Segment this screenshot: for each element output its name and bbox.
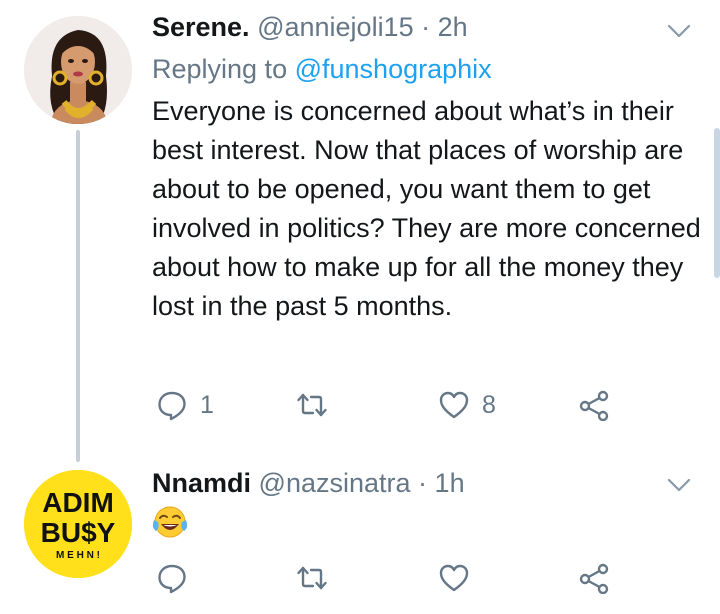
replying-to-label: Replying to — [152, 54, 288, 84]
user-handle[interactable]: @nazsinatra — [259, 468, 411, 498]
share-icon — [579, 390, 609, 421]
avatar-text-line2: BU$Y — [41, 517, 116, 548]
retweet-icon — [297, 566, 327, 590]
share-button[interactable] — [578, 558, 610, 598]
reply-icon — [158, 564, 186, 594]
avatar-text-line3: M E H N ! — [56, 550, 100, 561]
tweet-header: Nnamdi @nazsinatra · 1h — [152, 468, 465, 499]
face-with-tears-of-joy-icon — [152, 506, 188, 538]
reply-to-handle-link[interactable]: @funshographix — [295, 54, 492, 84]
reply-button[interactable]: 1 — [156, 385, 214, 425]
chevron-down-icon[interactable] — [664, 470, 694, 500]
tweet-text: Everyone is concerned about what’s in th… — [152, 96, 701, 321]
avatar-text-line1: ADIM — [42, 487, 114, 518]
tweet-actions: 1 8 — [152, 385, 632, 425]
like-button[interactable] — [438, 558, 482, 598]
user-handle[interactable]: @anniejoli15 — [257, 12, 414, 42]
avatar[interactable] — [24, 16, 132, 124]
separator-dot: · — [421, 12, 431, 42]
thread-line — [76, 130, 80, 462]
tweet-header: Serene. @anniejoli15 · 2h — [152, 12, 468, 43]
tweet[interactable]: ADIM BU$Y M E H N ! Nnamdi @nazsinatra ·… — [0, 460, 720, 614]
timestamp[interactable]: 1h — [435, 468, 465, 498]
reply-icon — [158, 391, 186, 421]
retweet-button[interactable] — [296, 385, 340, 425]
scrollbar[interactable] — [714, 128, 720, 278]
display-name[interactable]: Nnamdi — [152, 468, 251, 498]
share-button[interactable] — [578, 385, 610, 425]
separator-dot: · — [418, 468, 428, 498]
heart-icon — [439, 391, 469, 419]
tweet[interactable]: Serene. @anniejoli15 · 2h Replying to @f… — [0, 0, 720, 462]
reply-count: 1 — [200, 390, 214, 419]
display-name[interactable]: Serene. — [152, 12, 250, 42]
heart-icon — [439, 564, 469, 592]
chevron-down-icon[interactable] — [664, 16, 694, 46]
avatar[interactable]: ADIM BU$Y M E H N ! — [24, 470, 132, 578]
tweet-actions — [152, 558, 632, 598]
replying-to: Replying to @funshographix — [152, 54, 492, 85]
timestamp[interactable]: 2h — [438, 12, 468, 42]
like-count: 8 — [482, 390, 496, 419]
like-button[interactable]: 8 — [438, 385, 496, 425]
retweet-icon — [297, 393, 327, 417]
reply-button[interactable] — [156, 558, 200, 598]
share-icon — [579, 563, 609, 594]
retweet-button[interactable] — [296, 558, 340, 598]
